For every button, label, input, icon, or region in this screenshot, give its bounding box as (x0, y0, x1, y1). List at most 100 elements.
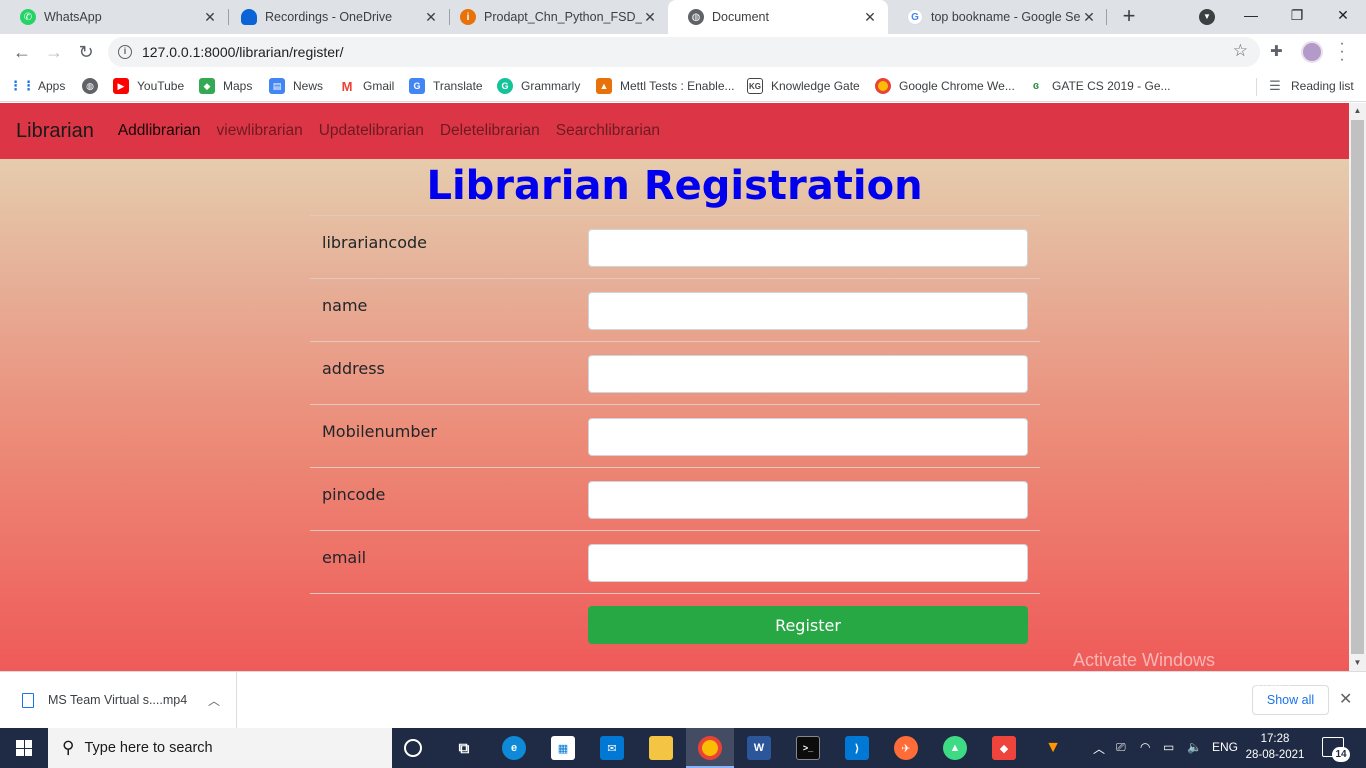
rocket-app-icon[interactable]: ▲ (943, 736, 967, 760)
reload-icon[interactable]: ↻ (74, 40, 98, 64)
chrome-icon[interactable] (698, 736, 722, 760)
google-icon: G (907, 9, 923, 25)
librariancode-input[interactable] (588, 229, 1028, 267)
tab-document[interactable]: ◍ Document ✕ (668, 0, 888, 34)
pincode-input[interactable] (588, 481, 1028, 519)
reading-list-button[interactable]: ☰ Reading list (1267, 77, 1354, 95)
nav-updatelibrarian[interactable]: Updatelibrarian (319, 122, 424, 140)
vscode-icon[interactable]: ⟩ (845, 736, 869, 760)
restore-button[interactable]: ❐ (1274, 0, 1320, 30)
profile-avatar[interactable] (1301, 41, 1323, 63)
field-label: address (322, 359, 385, 378)
battery-icon[interactable]: ▭ (1163, 740, 1174, 754)
close-window-button[interactable]: ✕ (1320, 0, 1366, 30)
bookmark-mettl[interactable]: ▲ Mettl Tests : Enable... (596, 77, 735, 95)
bookmark-gmail[interactable]: M Gmail (339, 77, 394, 95)
close-tab-icon[interactable]: ✕ (202, 9, 218, 26)
download-filename[interactable]: MS Team Virtual s....mp4 (48, 693, 208, 707)
vertical-scrollbar[interactable]: ▲ ▼ (1349, 103, 1366, 671)
nav-addlibrarian[interactable]: Addlibrarian (118, 122, 201, 140)
mail-icon[interactable]: ✉ (600, 736, 624, 760)
bookmark-apps[interactable]: ⋮⋮ Apps (9, 77, 65, 95)
bookmark-star-icon[interactable]: ☆ (1233, 41, 1248, 61)
kg-icon: KG (747, 78, 763, 94)
bookmarks-bar: ⋮⋮ Apps ◍ ▶ YouTube ◆ Maps ▤ News M Gmai… (0, 70, 1366, 102)
nav-viewlibrarian[interactable]: viewlibrarian (217, 122, 303, 140)
field-label: name (322, 296, 368, 315)
url-text[interactable]: 127.0.0.1:8000/librarian/register/ (142, 44, 344, 60)
tab-whatsapp[interactable]: ✆ WhatsApp ✕ (0, 0, 228, 34)
info-orange-icon: i (460, 9, 476, 25)
store-icon[interactable]: ▦ (551, 736, 575, 760)
bookmark-chrome-web[interactable]: Google Chrome We... (875, 77, 1015, 95)
scroll-up-arrow-icon[interactable]: ▲ (1349, 103, 1366, 119)
tab-title: Document (712, 10, 769, 24)
taskbar-search[interactable]: ⚲ Type here to search (48, 728, 392, 768)
bookmark-maps[interactable]: ◆ Maps (199, 77, 252, 95)
nav-deletelibrarian[interactable]: Deletelibrarian (440, 122, 540, 140)
close-tab-icon[interactable]: ✕ (1081, 9, 1097, 26)
navbar-brand[interactable]: Librarian (16, 120, 94, 143)
scroll-down-arrow-icon[interactable]: ▼ (1349, 655, 1366, 671)
grammarly-icon: G (497, 78, 513, 94)
word-icon[interactable]: W (747, 736, 771, 760)
extensions-puzzle-icon[interactable]: ✚ (1270, 42, 1283, 60)
name-input[interactable] (588, 292, 1028, 330)
anydesk-icon[interactable]: ◆ (992, 736, 1016, 760)
file-explorer-icon[interactable] (649, 736, 673, 760)
new-tab-button[interactable]: + (1118, 4, 1140, 30)
bookmark-grammarly[interactable]: G Grammarly (497, 77, 580, 95)
volume-icon[interactable]: 🔈 (1187, 740, 1202, 754)
start-button[interactable] (0, 728, 48, 768)
minimize-button[interactable]: — (1228, 0, 1274, 30)
windows-taskbar: ⚲ Type here to search ⧉ e ▦ ✉ W >_ ⟩ ✈ ▲… (0, 728, 1366, 768)
nav-searchlibrarian[interactable]: Searchlibrarian (556, 122, 660, 140)
form-row-name: name (310, 278, 1040, 341)
tab-google-search[interactable]: G top bookname - Google Sear ✕ (887, 0, 1107, 34)
cortana-icon[interactable] (404, 739, 422, 757)
sublime-icon[interactable]: ▼ (1041, 736, 1065, 760)
wifi-icon[interactable]: ◠ (1140, 740, 1150, 754)
tab-search-icon[interactable]: ▼ (1199, 9, 1215, 25)
email-input[interactable] (588, 544, 1028, 582)
close-tab-icon[interactable]: ✕ (862, 9, 878, 26)
bookmark-globe[interactable]: ◍ (82, 77, 106, 95)
notification-count-badge: 14 (1332, 747, 1350, 762)
bookmark-translate[interactable]: G Translate (409, 77, 483, 95)
edge-icon[interactable]: e (502, 736, 526, 760)
meet-now-icon[interactable]: ⎚ (1116, 740, 1126, 755)
mobilenumber-input[interactable] (588, 418, 1028, 456)
tab-onedrive[interactable]: Recordings - OneDrive ✕ (221, 0, 449, 34)
show-hidden-icons-icon[interactable]: ︿ (1093, 740, 1105, 757)
forward-arrow-icon[interactable]: → (42, 40, 66, 64)
address-bar[interactable]: i 127.0.0.1:8000/librarian/register/ ☆ (108, 37, 1260, 67)
form-row-email: email (310, 530, 1040, 593)
address-input[interactable] (588, 355, 1028, 393)
tab-title: top bookname - Google Sear (931, 10, 1081, 24)
close-tab-icon[interactable]: ✕ (642, 9, 658, 26)
register-button[interactable]: Register (588, 606, 1028, 644)
site-navbar: Librarian Addlibrarian viewlibrarian Upd… (0, 103, 1349, 159)
maps-icon: ◆ (199, 78, 215, 94)
close-icon[interactable]: ✕ (1339, 689, 1352, 709)
bookmark-news[interactable]: ▤ News (269, 77, 323, 95)
tab-prodapt[interactable]: i Prodapt_Chn_Python_FSD_14 ✕ (440, 0, 668, 34)
chevron-up-icon[interactable]: ︿ (208, 692, 220, 709)
terminal-icon[interactable]: >_ (796, 736, 820, 760)
site-info-icon[interactable]: i (118, 45, 132, 59)
bookmark-knowledge-gate[interactable]: KG Knowledge Gate (747, 77, 860, 95)
field-label: librariancode (322, 233, 427, 252)
postman-icon[interactable]: ✈ (894, 736, 918, 760)
taskbar-clock[interactable]: 17:28 28-08-2021 (1240, 731, 1310, 763)
close-tab-icon[interactable]: ✕ (423, 9, 439, 26)
windows-logo-icon (16, 740, 32, 756)
scrollbar-thumb[interactable] (1351, 120, 1364, 654)
bookmark-youtube[interactable]: ▶ YouTube (113, 77, 184, 95)
bookmark-gate-cs[interactable]: ɞ GATE CS 2019 - Ge... (1028, 77, 1171, 95)
search-icon: ⚲ (62, 738, 75, 757)
task-view-icon[interactable]: ⧉ (452, 736, 476, 760)
language-indicator[interactable]: ENG (1212, 740, 1238, 754)
download-item[interactable]: MS Team Virtual s....mp4 ︿ (0, 672, 237, 728)
back-arrow-icon[interactable]: ← (10, 40, 34, 64)
chrome-menu-icon[interactable]: · · · (1336, 36, 1348, 68)
